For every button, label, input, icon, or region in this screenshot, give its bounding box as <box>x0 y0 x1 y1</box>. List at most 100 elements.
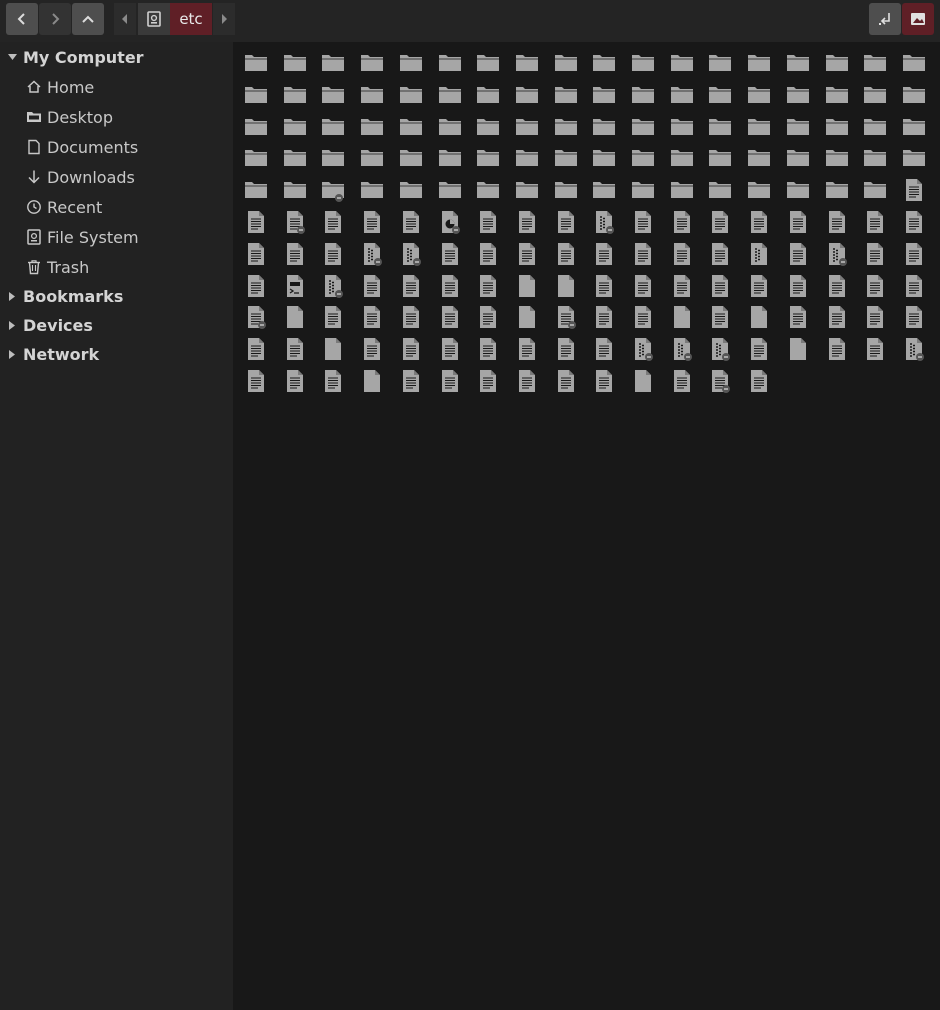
file-text-icon[interactable] <box>399 305 423 329</box>
file-text-icon[interactable] <box>592 274 616 298</box>
sidebar-item-downloads[interactable]: Downloads <box>0 163 233 191</box>
file-text-link-icon[interactable] <box>708 369 732 393</box>
folder-folder-icon[interactable] <box>283 51 307 75</box>
folder-folder-icon[interactable] <box>554 178 578 202</box>
file-text-icon[interactable] <box>863 305 887 329</box>
folder-folder-icon[interactable] <box>631 83 655 107</box>
sidebar-item-trash[interactable]: Trash <box>0 253 233 281</box>
folder-folder-icon[interactable] <box>476 146 500 170</box>
folder-folder-icon[interactable] <box>902 51 926 75</box>
folder-folder-icon[interactable] <box>786 178 810 202</box>
file-text-icon[interactable] <box>476 242 500 266</box>
file-text-icon[interactable] <box>554 242 578 266</box>
file-text-link-icon[interactable] <box>244 305 268 329</box>
folder-folder-icon[interactable] <box>283 83 307 107</box>
file-blank-icon[interactable] <box>670 305 694 329</box>
file-dots-link-icon[interactable] <box>708 337 732 361</box>
file-text-icon[interactable] <box>399 210 423 234</box>
folder-folder-icon[interactable] <box>825 115 849 139</box>
file-blank-icon[interactable] <box>283 305 307 329</box>
file-text-icon[interactable] <box>863 337 887 361</box>
folder-folder-icon[interactable] <box>283 115 307 139</box>
folder-folder-icon[interactable] <box>708 51 732 75</box>
file-text-link-icon[interactable] <box>283 210 307 234</box>
file-blank-icon[interactable] <box>554 274 578 298</box>
file-image-link-icon[interactable] <box>438 210 462 234</box>
file-text-icon[interactable] <box>244 337 268 361</box>
file-dots-link-icon[interactable] <box>902 337 926 361</box>
file-dots-link-icon[interactable] <box>592 210 616 234</box>
folder-folder-icon[interactable] <box>476 115 500 139</box>
file-script-icon[interactable] <box>283 274 307 298</box>
folder-folder-icon[interactable] <box>515 51 539 75</box>
folder-folder-icon[interactable] <box>631 51 655 75</box>
file-text-icon[interactable] <box>476 305 500 329</box>
folder-folder-icon[interactable] <box>438 115 462 139</box>
file-dots-link-icon[interactable] <box>399 242 423 266</box>
file-text-icon[interactable] <box>670 242 694 266</box>
file-text-icon[interactable] <box>438 274 462 298</box>
sidebar-section-network[interactable]: Network <box>0 340 233 368</box>
file-text-icon[interactable] <box>283 369 307 393</box>
file-text-icon[interactable] <box>438 369 462 393</box>
file-text-icon[interactable] <box>786 242 810 266</box>
folder-folder-icon[interactable] <box>438 83 462 107</box>
file-text-icon[interactable] <box>631 242 655 266</box>
file-text-icon[interactable] <box>747 337 771 361</box>
folder-folder-icon[interactable] <box>515 83 539 107</box>
folder-folder-icon[interactable] <box>825 83 849 107</box>
folder-folder-icon[interactable] <box>283 178 307 202</box>
file-text-icon[interactable] <box>476 210 500 234</box>
file-text-icon[interactable] <box>360 210 384 234</box>
folder-folder-icon[interactable] <box>399 83 423 107</box>
file-text-icon[interactable] <box>631 305 655 329</box>
file-blank-icon[interactable] <box>360 369 384 393</box>
file-text-icon[interactable] <box>554 210 578 234</box>
folder-folder-icon[interactable] <box>786 51 810 75</box>
folder-folder-icon[interactable] <box>244 83 268 107</box>
file-blank-icon[interactable] <box>631 369 655 393</box>
view-mode-button[interactable] <box>902 3 934 35</box>
file-text-icon[interactable] <box>670 369 694 393</box>
file-text-icon[interactable] <box>399 337 423 361</box>
forward-button[interactable] <box>39 3 71 35</box>
file-text-icon[interactable] <box>708 242 732 266</box>
file-text-link-icon[interactable] <box>554 305 578 329</box>
toggle-location-button[interactable] <box>869 3 901 35</box>
file-text-icon[interactable] <box>863 242 887 266</box>
folder-folder-icon[interactable] <box>244 51 268 75</box>
file-text-icon[interactable] <box>592 305 616 329</box>
file-blank-icon[interactable] <box>786 337 810 361</box>
folder-folder-icon[interactable] <box>592 83 616 107</box>
folder-folder-icon[interactable] <box>786 146 810 170</box>
folder-folder-icon[interactable] <box>863 115 887 139</box>
file-text-icon[interactable] <box>902 210 926 234</box>
file-text-icon[interactable] <box>554 337 578 361</box>
file-text-icon[interactable] <box>747 369 771 393</box>
file-dots-link-icon[interactable] <box>321 274 345 298</box>
file-text-icon[interactable] <box>786 274 810 298</box>
file-text-icon[interactable] <box>399 369 423 393</box>
folder-folder-icon[interactable] <box>863 146 887 170</box>
folder-folder-icon[interactable] <box>476 178 500 202</box>
folder-folder-icon[interactable] <box>708 115 732 139</box>
file-text-icon[interactable] <box>863 274 887 298</box>
sidebar-item-desktop[interactable]: Desktop <box>0 103 233 131</box>
file-text-icon[interactable] <box>515 242 539 266</box>
folder-folder-icon[interactable] <box>902 146 926 170</box>
folder-folder-icon[interactable] <box>476 83 500 107</box>
folder-folder-icon[interactable] <box>670 115 694 139</box>
folder-folder-icon[interactable] <box>592 51 616 75</box>
file-text-icon[interactable] <box>592 337 616 361</box>
folder-folder-icon[interactable] <box>554 115 578 139</box>
file-dots-link-icon[interactable] <box>825 242 849 266</box>
file-text-icon[interactable] <box>399 274 423 298</box>
file-text-icon[interactable] <box>244 369 268 393</box>
folder-folder-icon[interactable] <box>515 146 539 170</box>
file-text-icon[interactable] <box>631 274 655 298</box>
back-button[interactable] <box>6 3 38 35</box>
file-text-icon[interactable] <box>515 337 539 361</box>
folder-folder-icon[interactable] <box>747 115 771 139</box>
folder-folder-icon[interactable] <box>902 115 926 139</box>
file-text-icon[interactable] <box>321 210 345 234</box>
